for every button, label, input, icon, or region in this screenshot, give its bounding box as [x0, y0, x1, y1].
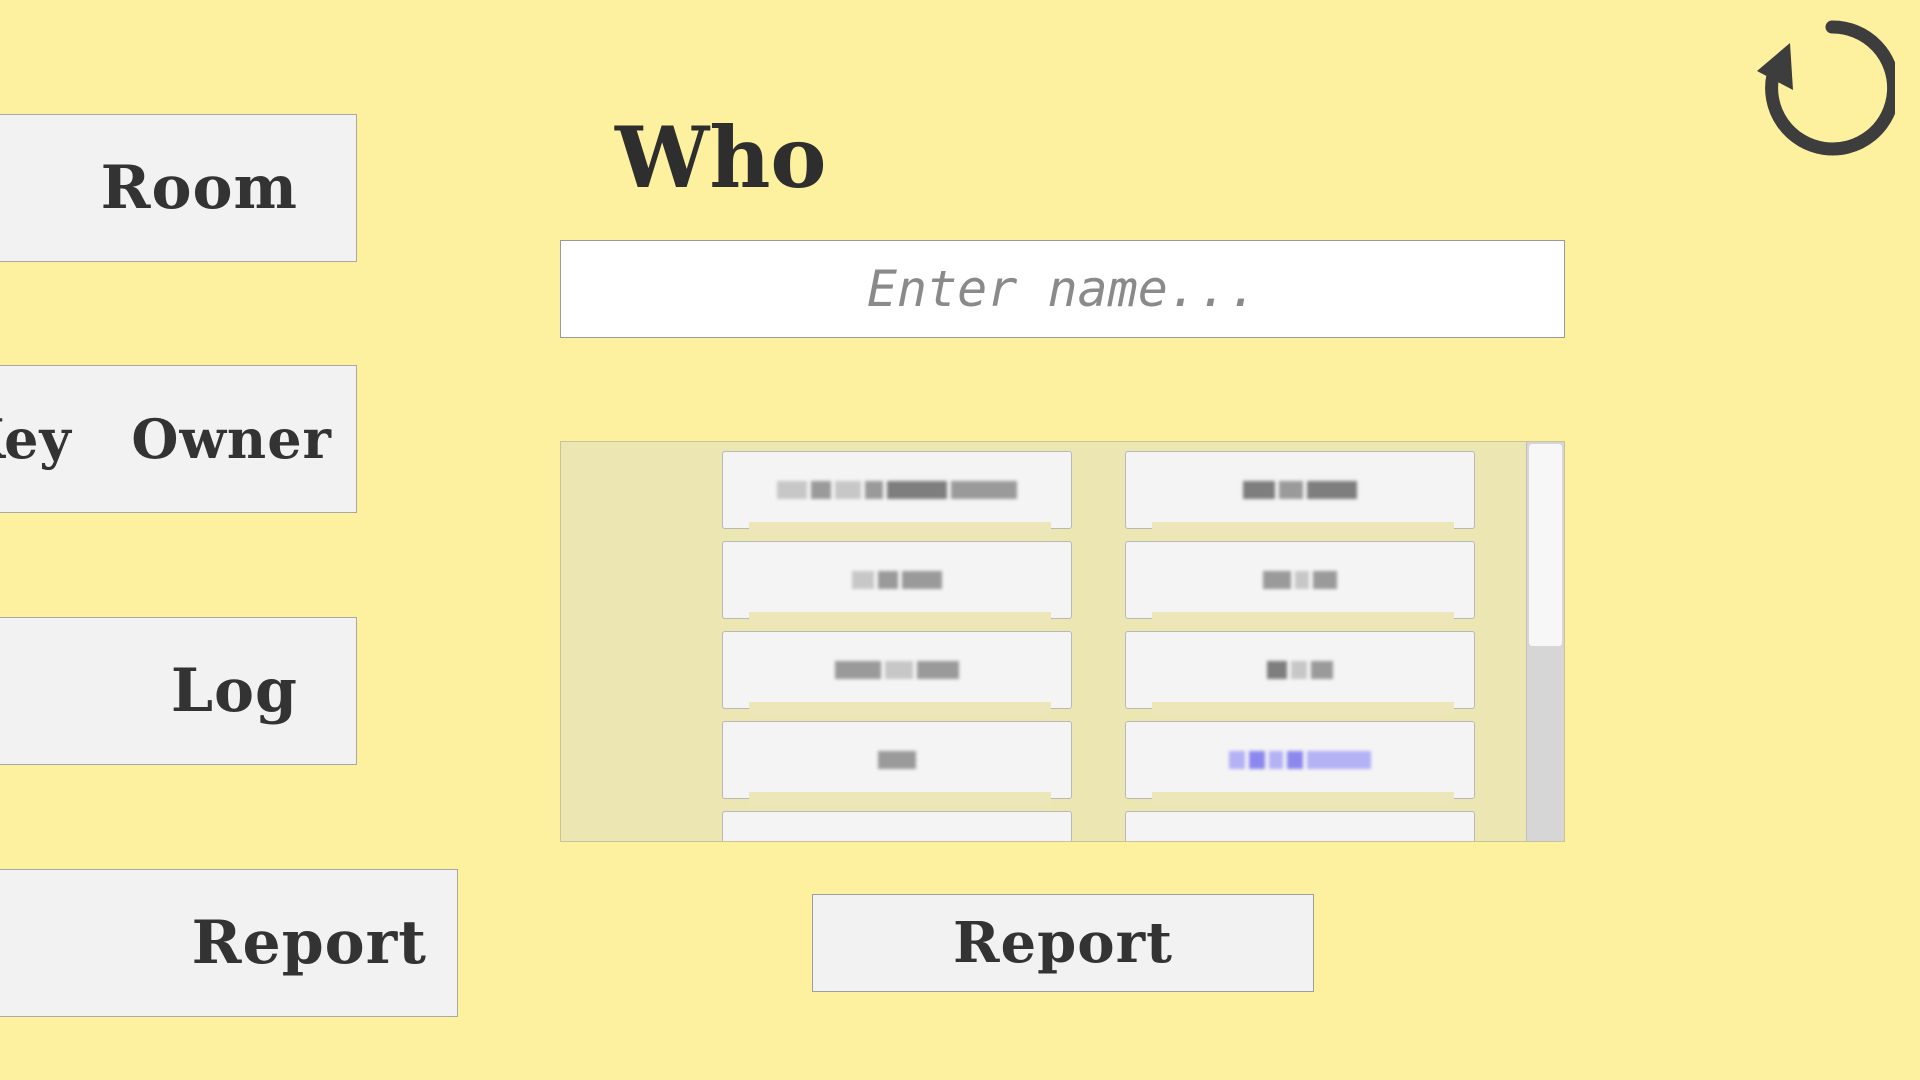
nav-log-label: Log [170, 656, 298, 726]
redacted-name [1243, 481, 1357, 499]
list-item[interactable] [1125, 811, 1475, 841]
redacted-name [878, 751, 916, 769]
refresh-icon [1757, 20, 1901, 156]
redacted-name [852, 571, 942, 589]
list-item[interactable] [1125, 631, 1475, 716]
name-search-input[interactable] [560, 240, 1565, 338]
nav-report-button[interactable]: Report [0, 869, 458, 1017]
list-item[interactable] [722, 541, 1072, 626]
redacted-name [1229, 751, 1371, 769]
nav-log-button[interactable]: Log [0, 617, 357, 765]
report-button[interactable]: Report [812, 894, 1314, 992]
list-scrollbar[interactable] [1526, 442, 1564, 841]
list-item[interactable] [722, 451, 1072, 536]
list-item[interactable] [722, 811, 1072, 841]
nav-key-owner-label: Key Owner [0, 407, 332, 471]
name-list-panel [560, 441, 1565, 842]
refresh-button[interactable] [1735, 15, 1901, 165]
page-title: Who [615, 108, 827, 207]
redacted-name [1267, 661, 1333, 679]
nav-key-owner-button[interactable]: Key Owner [0, 365, 357, 513]
name-list-grid [722, 451, 1475, 841]
list-item[interactable] [722, 721, 1072, 806]
list-item[interactable] [1125, 541, 1475, 626]
list-scrollbar-thumb[interactable] [1529, 444, 1562, 646]
redacted-name [777, 481, 1017, 499]
redacted-name [1263, 571, 1337, 589]
list-item[interactable] [1125, 451, 1475, 536]
list-item[interactable] [1125, 721, 1475, 806]
report-button-label: Report [952, 910, 1174, 976]
redacted-name [835, 661, 959, 679]
nav-report-label: Report [191, 908, 427, 978]
list-item[interactable] [722, 631, 1072, 716]
nav-room-label: Room [100, 153, 298, 223]
nav-room-button[interactable]: Room [0, 114, 357, 262]
